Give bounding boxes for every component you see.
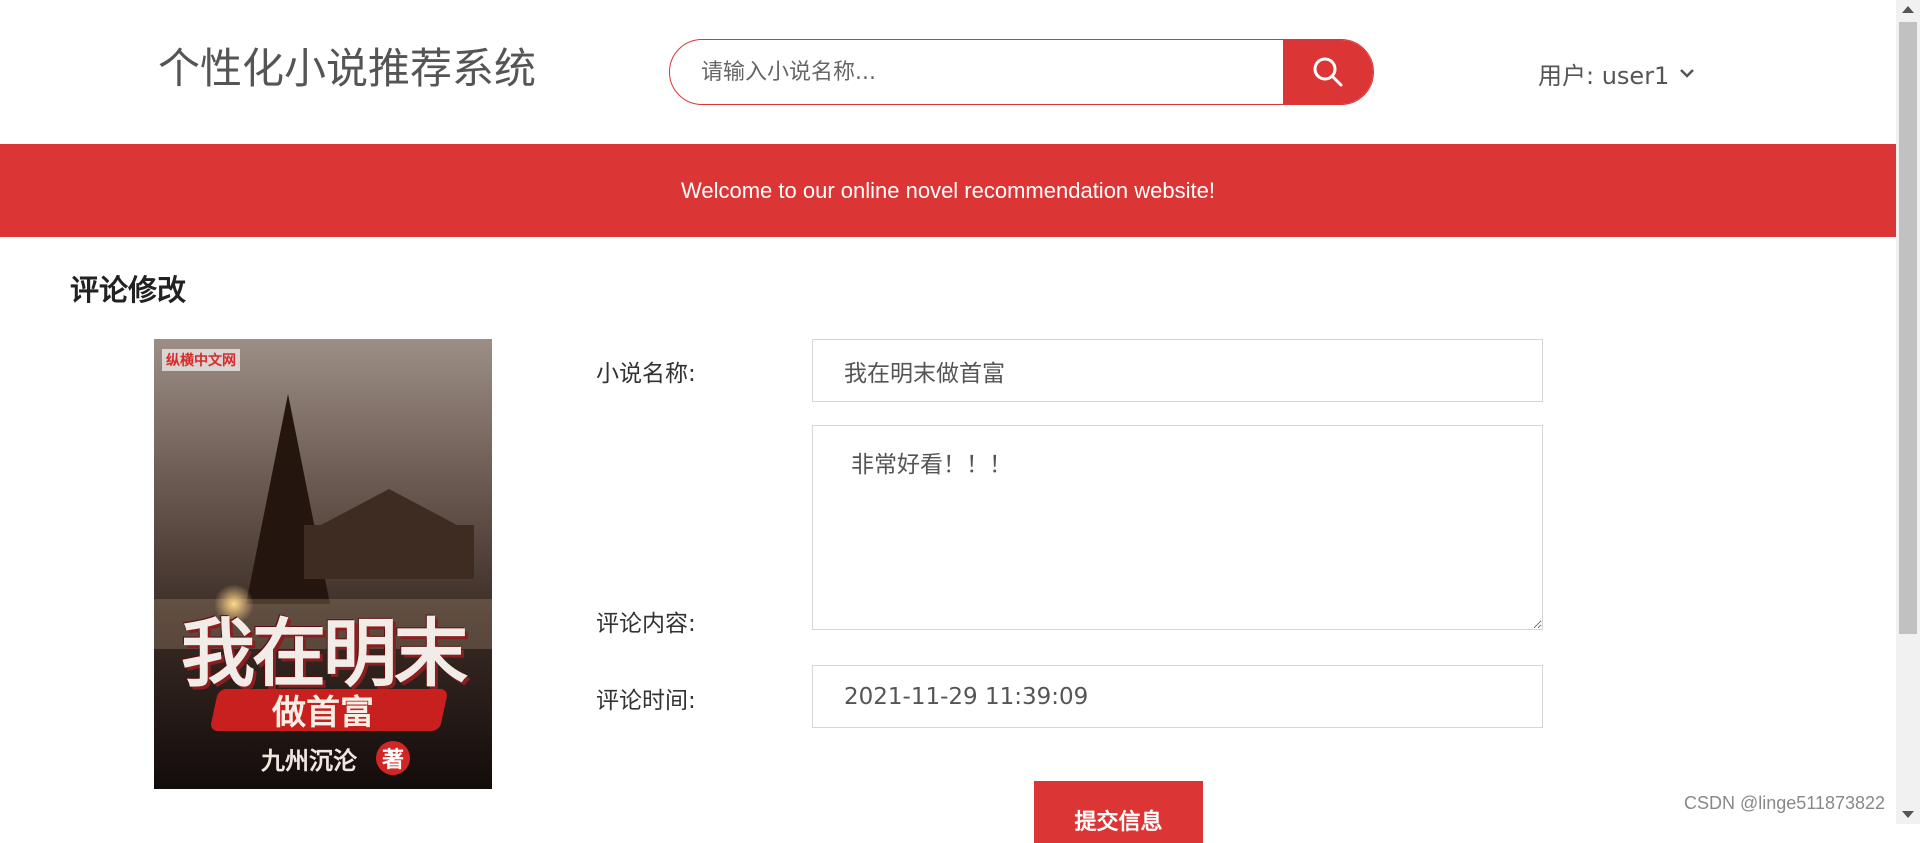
comment-content-field[interactable]: 非常好看！！！ [812, 425, 1543, 630]
cover-subtitle: 做首富 [272, 693, 374, 733]
novel-name-field[interactable] [812, 339, 1543, 402]
novel-cover-image: 纵横中文网 我在明末 做首富 九州沉沦 著 [154, 339, 492, 789]
user-menu[interactable]: 用户: user1 [1538, 55, 1695, 91]
search-input[interactable] [670, 40, 1283, 104]
page-title: 评论修改 [70, 273, 187, 307]
cover-author-name: 九州沉沦 [261, 746, 357, 775]
novel-name-label: 小说名称: [596, 361, 696, 387]
comment-time-field[interactable] [812, 665, 1543, 728]
chevron-down-icon [1680, 69, 1695, 78]
site-title: 个性化小说推荐系统 [158, 44, 537, 93]
cover-author-seal: 著 [376, 741, 410, 775]
search-icon [1313, 57, 1343, 87]
scroll-down-arrow-icon[interactable] [1902, 811, 1914, 818]
user-label: 用户: user1 [1538, 61, 1670, 90]
comment-time-label: 评论时间: [596, 688, 696, 714]
welcome-banner: Welcome to our online novel recommendati… [0, 144, 1896, 237]
welcome-text: Welcome to our online novel recommendati… [681, 177, 1215, 203]
submit-button[interactable]: 提交信息 [1034, 781, 1203, 843]
comment-content-label: 评论内容: [596, 611, 696, 637]
scroll-thumb[interactable] [1899, 22, 1917, 634]
page-scrollbar[interactable] [1896, 0, 1920, 824]
cover-author: 九州沉沦 [154, 741, 464, 776]
search-bar [669, 39, 1374, 105]
scroll-up-arrow-icon[interactable] [1902, 6, 1914, 13]
search-button[interactable] [1283, 40, 1373, 104]
cover-publisher-logo: 纵横中文网 [162, 349, 240, 371]
watermark: CSDN @linge511873822 [1684, 793, 1886, 813]
